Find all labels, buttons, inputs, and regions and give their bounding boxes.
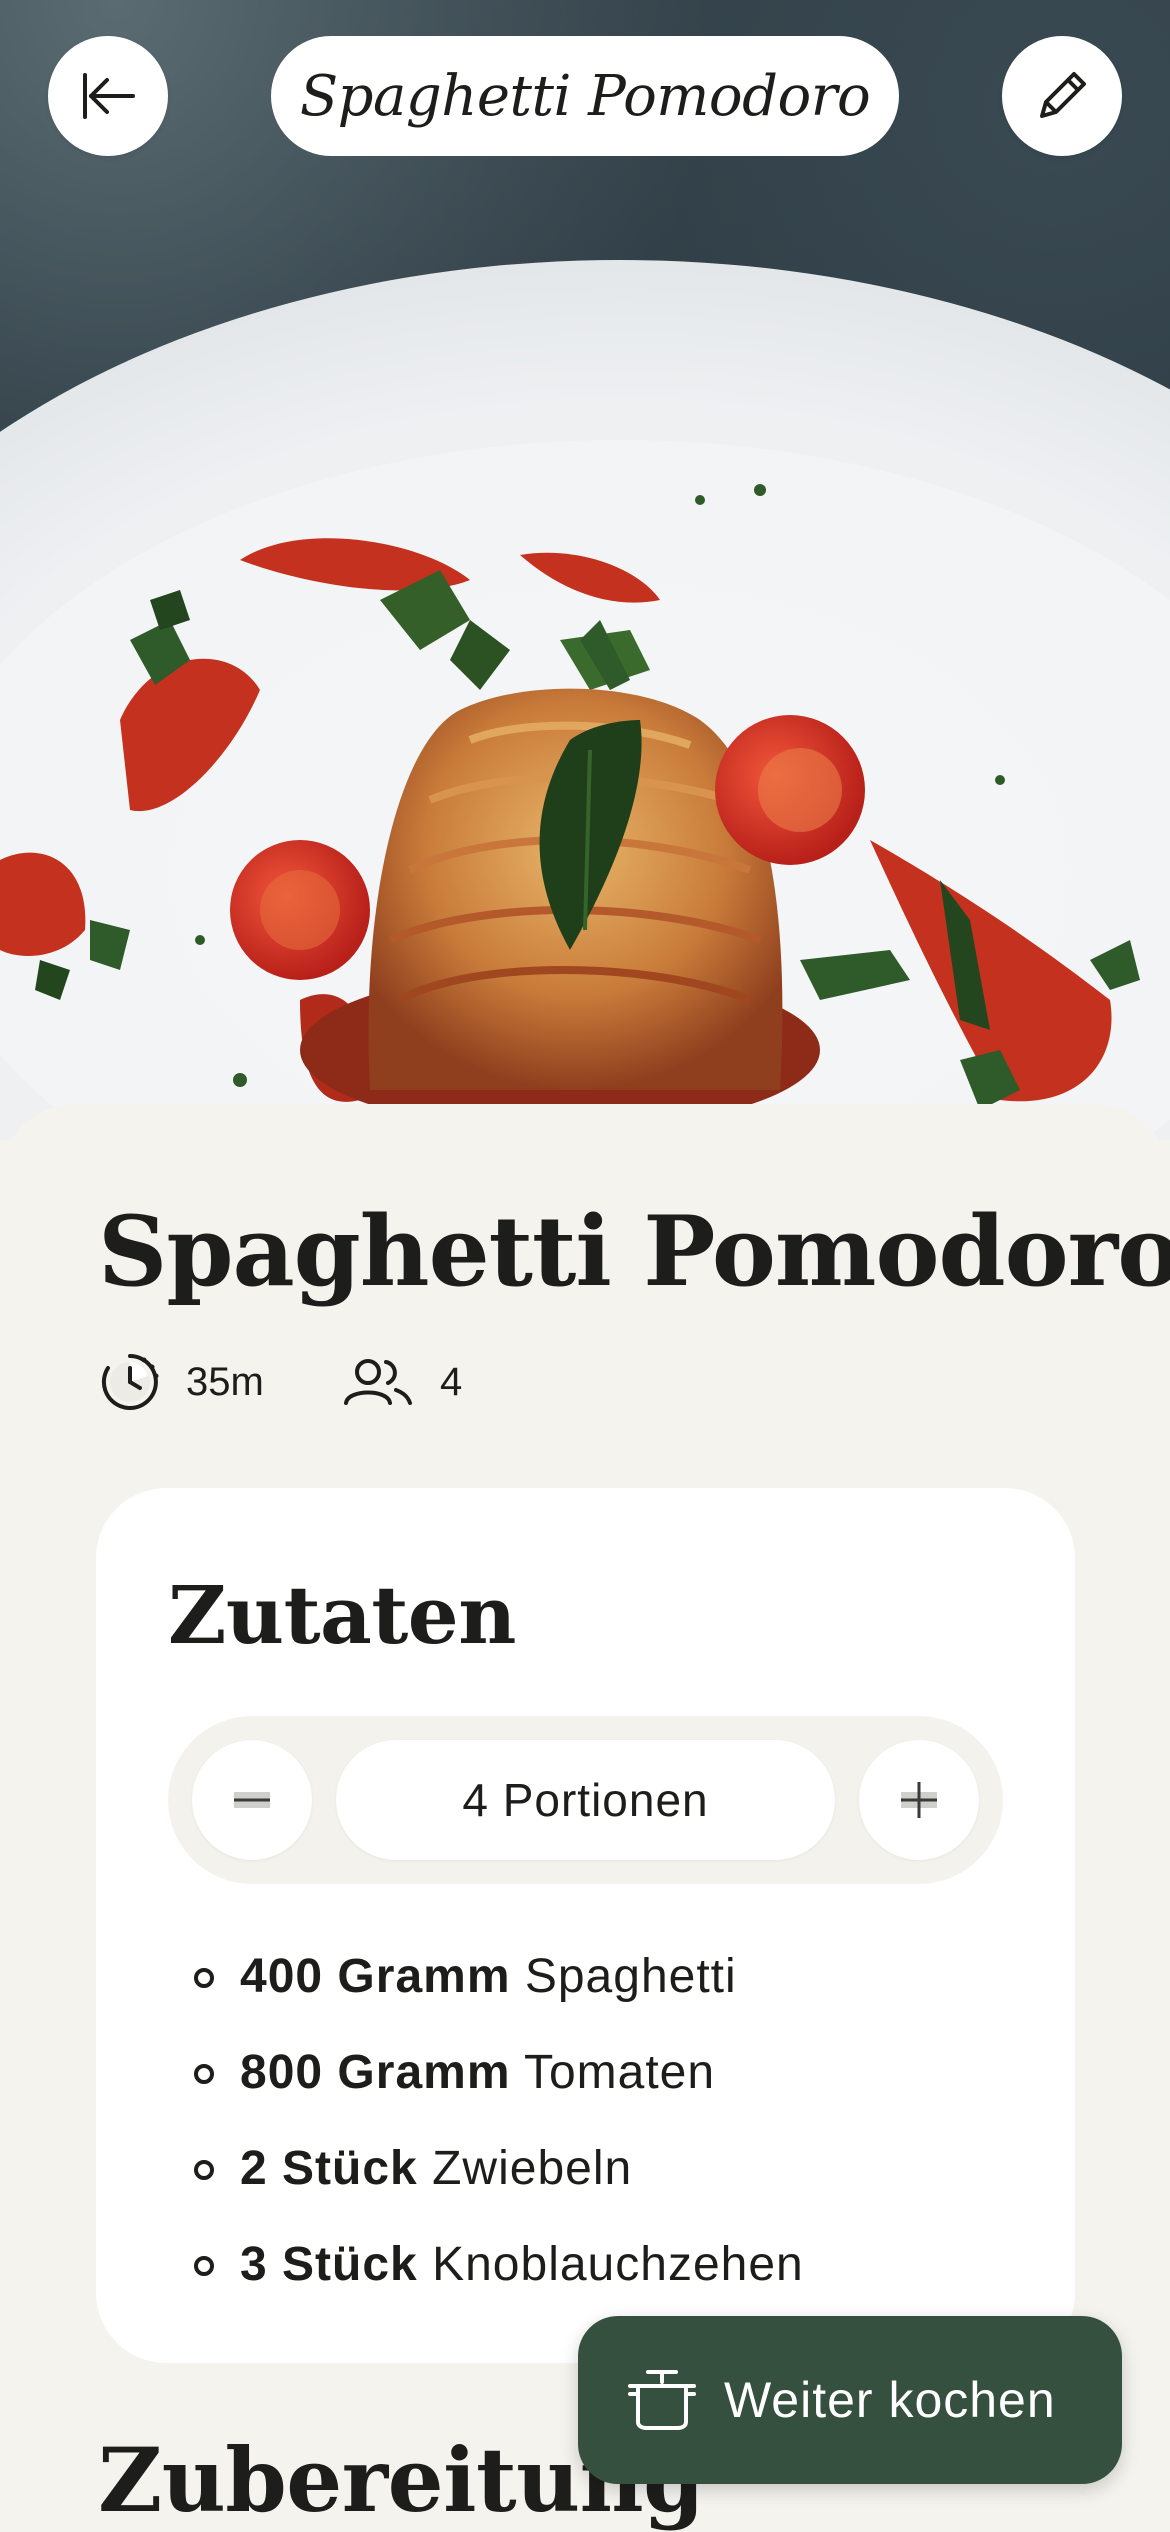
header-title-pill: Spaghetti Pomodoro xyxy=(271,36,899,156)
hero-photo xyxy=(0,0,1170,1140)
ingredient-amount: 400 Gramm xyxy=(240,1949,511,2003)
ingredient-name: Spaghetti xyxy=(524,1949,737,2003)
ingredient-item: 400 Gramm Spaghetti xyxy=(96,1928,1075,2024)
portions-label: 4 Portionen xyxy=(462,1774,709,1826)
recipe-title: Spaghetti Pomodoro xyxy=(98,1195,1170,1308)
servings-value: 4 xyxy=(440,1359,463,1404)
ingredient-amount: 2 Stück xyxy=(240,2141,418,2195)
ingredient-name: Zwiebeln xyxy=(432,2141,633,2195)
header-title: Spaghetti Pomodoro xyxy=(299,63,871,129)
back-button[interactable] xyxy=(48,36,168,156)
servings: 4 xyxy=(342,1352,462,1412)
ingredients-list: 400 Gramm Spaghetti 800 Gramm Tomaten 2 … xyxy=(96,1928,1075,2312)
arrow-left-icon xyxy=(83,73,135,119)
minus-icon xyxy=(234,1792,270,1808)
bullet-icon xyxy=(194,2064,214,2084)
plus-icon xyxy=(901,1782,937,1818)
bullet-icon xyxy=(194,1968,214,1988)
clock-icon xyxy=(101,1354,159,1410)
cooking-time: 35m xyxy=(100,1352,264,1412)
ingredients-card: Zutaten 4 Portionen 400 Gramm Spaghetti xyxy=(96,1488,1075,2363)
ingredient-item: 800 Gramm Tomaten xyxy=(96,2024,1075,2120)
bullet-icon xyxy=(194,2256,214,2276)
pencil-icon xyxy=(1040,72,1086,118)
ingredient-name: Tomaten xyxy=(523,2045,716,2099)
continue-cooking-button[interactable]: Weiter kochen xyxy=(578,2316,1122,2484)
bullet-icon xyxy=(194,2160,214,2180)
portion-stepper: 4 Portionen xyxy=(168,1716,1003,1884)
portions-display: 4 Portionen xyxy=(336,1740,835,1860)
ingredient-amount: 800 Gramm xyxy=(240,2045,511,2099)
ingredient-item: 3 Stück Knoblauchzehen xyxy=(96,2216,1075,2312)
spaghetti-plate-illustration xyxy=(0,260,1170,1140)
cooking-time-value: 35m xyxy=(186,1359,264,1404)
cooking-pot-icon xyxy=(628,2370,696,2430)
continue-cooking-label: Weiter kochen xyxy=(724,2372,1056,2428)
ingredient-item: 2 Stück Zwiebeln xyxy=(96,2120,1075,2216)
edit-button[interactable] xyxy=(1002,36,1122,156)
increase-portions-button[interactable] xyxy=(859,1740,979,1860)
ingredients-title: Zutaten xyxy=(168,1568,516,1662)
ingredient-amount: 3 Stück xyxy=(240,2237,418,2291)
decrease-portions-button[interactable] xyxy=(192,1740,312,1860)
ingredient-name: Knoblauchzehen xyxy=(432,2237,804,2291)
people-icon xyxy=(344,1359,412,1405)
